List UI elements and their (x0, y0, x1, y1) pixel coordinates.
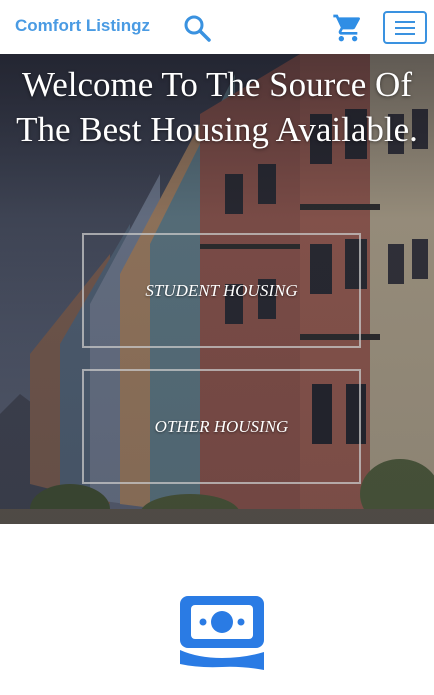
cart-icon (333, 14, 361, 42)
cart-button[interactable] (332, 12, 364, 44)
brand-logo-link[interactable]: Comfort Listingz (15, 16, 150, 36)
hamburger-menu-button[interactable] (383, 11, 427, 44)
hero-section: Welcome To The Source Of The Best Housin… (0, 54, 434, 524)
student-housing-button[interactable]: STUDENT HOUSING (82, 233, 361, 348)
search-icon (184, 15, 211, 42)
money-icon (180, 596, 264, 670)
navbar: Comfort Listingz (0, 0, 434, 54)
search-button[interactable] (182, 13, 214, 45)
feature-section (0, 524, 434, 695)
other-housing-button[interactable]: OTHER HOUSING (82, 369, 361, 484)
hero-title: Welcome To The Source Of The Best Housin… (16, 65, 418, 149)
